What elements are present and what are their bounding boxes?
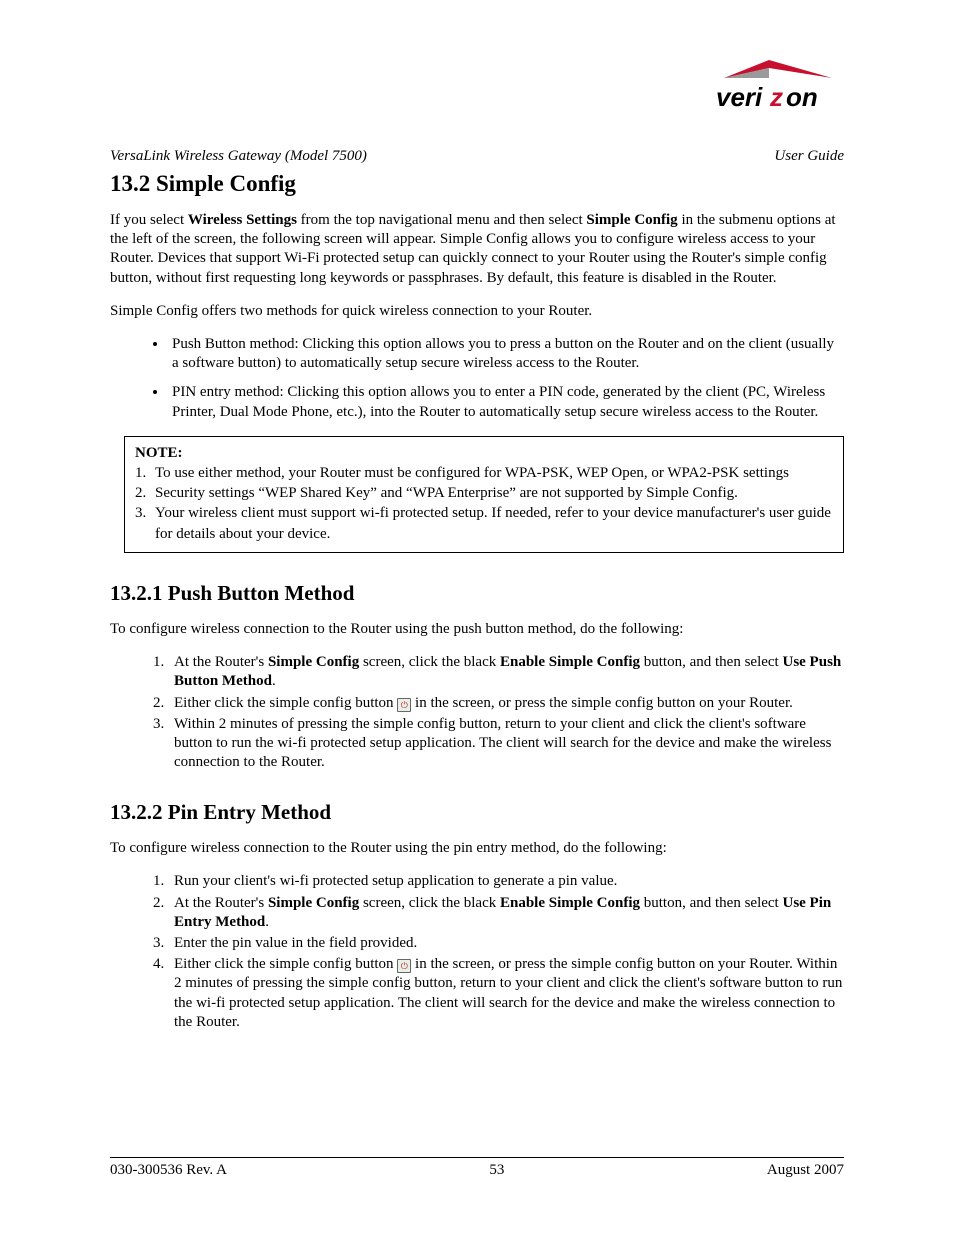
section-heading: 13.2 Simple Config bbox=[110, 171, 844, 197]
list-item: At the Router's Simple Config screen, cl… bbox=[168, 894, 844, 932]
simple-config-button-icon: ⏻ bbox=[397, 698, 411, 712]
running-header: VersaLink Wireless Gateway (Model 7500) … bbox=[110, 148, 844, 165]
push-button-steps: At the Router's Simple Config screen, cl… bbox=[110, 653, 844, 772]
note-label: NOTE: bbox=[135, 445, 183, 461]
verizon-logo: veri z on bbox=[714, 48, 844, 118]
doc-type: User Guide bbox=[774, 148, 844, 165]
svg-text:veri: veri bbox=[716, 82, 763, 112]
product-name: VersaLink Wireless Gateway (Model 7500) bbox=[110, 148, 367, 165]
list-item: PIN entry method: Clicking this option a… bbox=[168, 383, 844, 421]
page-footer: 030-300536 Rev. A 53 August 2007 bbox=[110, 1157, 844, 1179]
pin-entry-steps: Run your client's wi-fi protected setup … bbox=[110, 872, 844, 1032]
svg-text:z: z bbox=[769, 82, 783, 112]
list-item: Either click the simple config button ⏻ … bbox=[168, 955, 844, 1032]
subsection-heading: 13.2.2 Pin Entry Method bbox=[110, 800, 844, 825]
footer-left: 030-300536 Rev. A bbox=[110, 1162, 227, 1179]
document-page: veri z on VersaLink Wireless Gateway (Mo… bbox=[0, 0, 954, 1235]
intro-paragraph: If you select Wireless Settings from the… bbox=[110, 211, 844, 288]
pin-entry-lead: To configure wireless connection to the … bbox=[110, 839, 844, 858]
list-item: Either click the simple config button ⏻ … bbox=[168, 694, 844, 713]
methods-lead: Simple Config offers two methods for qui… bbox=[110, 302, 844, 321]
note-item: To use either method, your Router must b… bbox=[155, 463, 833, 483]
simple-config-button-icon: ⏻ bbox=[397, 959, 411, 973]
list-item: Push Button method: Clicking this option… bbox=[168, 335, 844, 373]
list-item: Enter the pin value in the field provide… bbox=[168, 934, 844, 953]
footer-page-number: 53 bbox=[489, 1162, 504, 1179]
subsection-heading: 13.2.1 Push Button Method bbox=[110, 581, 844, 606]
svg-text:on: on bbox=[786, 82, 818, 112]
note-box: NOTE: 1.To use either method, your Route… bbox=[124, 436, 844, 553]
list-item: At the Router's Simple Config screen, cl… bbox=[168, 653, 844, 691]
note-item: Your wireless client must support wi-fi … bbox=[155, 503, 833, 544]
footer-right: August 2007 bbox=[767, 1162, 844, 1179]
list-item: Run your client's wi-fi protected setup … bbox=[168, 872, 844, 891]
methods-bullet-list: Push Button method: Clicking this option… bbox=[110, 335, 844, 422]
note-item: Security settings “WEP Shared Key” and “… bbox=[155, 483, 833, 503]
push-button-lead: To configure wireless connection to the … bbox=[110, 620, 844, 639]
list-item: Within 2 minutes of pressing the simple … bbox=[168, 715, 844, 773]
